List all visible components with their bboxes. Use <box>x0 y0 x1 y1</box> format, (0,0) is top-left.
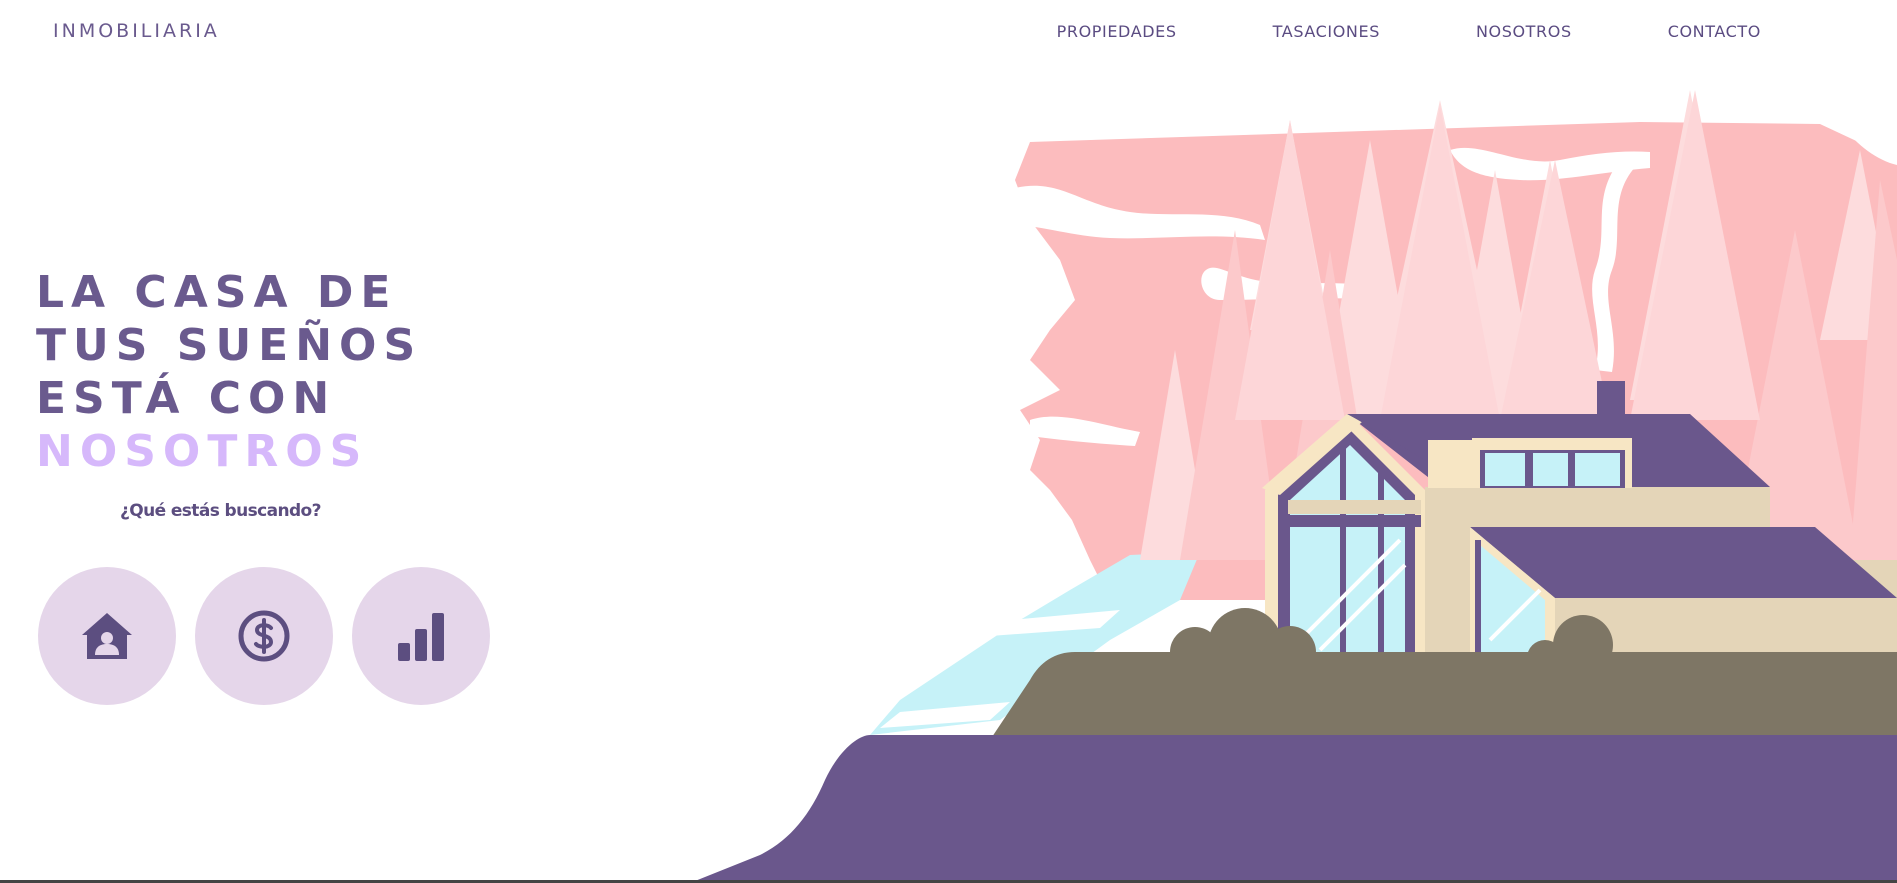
nav-link-nosotros[interactable]: NOSOTROS <box>1476 22 1572 41</box>
headline-line: ESTÁ CON <box>36 373 337 424</box>
headline-line: LA CASA DE <box>36 267 398 318</box>
dollar-icon <box>238 610 290 662</box>
nav-link-contacto[interactable]: CONTACTO <box>1668 22 1761 41</box>
statistics-button[interactable] <box>352 567 490 705</box>
pricing-button[interactable] <box>195 567 333 705</box>
bar-chart-icon <box>398 613 444 661</box>
ground-purple <box>690 735 1897 883</box>
nav-link-tasaciones[interactable]: TASACIONES <box>1273 22 1380 41</box>
brand-logo[interactable]: INMOBILIARIA <box>53 20 220 42</box>
search-question: ¿Qué estás buscando? <box>120 501 322 521</box>
nav-link-propiedades[interactable]: PROPIEDADES <box>1057 22 1177 41</box>
ground-olive <box>990 652 1897 740</box>
nav-links: PROPIEDADES TASACIONES NOSOTROS CONTACTO <box>1057 22 1761 41</box>
headline-highlight: NOSOTROS <box>36 426 369 477</box>
navbar: INMOBILIARIA PROPIEDADES TASACIONES NOSO… <box>0 0 1897 62</box>
hero-headline: LA CASA DE TUS SUEÑOS ESTÁ CON NOSOTROS <box>36 266 422 478</box>
headline-line: TUS SUEÑOS <box>36 320 423 371</box>
house-icon <box>82 613 132 659</box>
buy-house-button[interactable] <box>38 567 176 705</box>
